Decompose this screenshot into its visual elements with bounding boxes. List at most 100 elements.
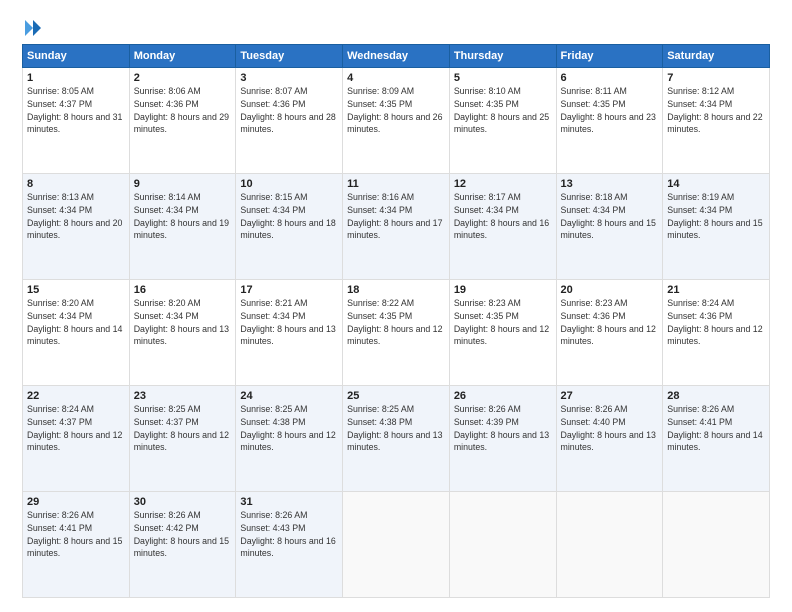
calendar-day-cell: 15Sunrise: 8:20 AMSunset: 4:34 PMDayligh… (23, 280, 130, 386)
day-number: 13 (561, 178, 659, 190)
day-number: 31 (240, 496, 338, 508)
day-info: Sunrise: 8:20 AMSunset: 4:34 PMDaylight:… (134, 297, 232, 348)
calendar-table: SundayMondayTuesdayWednesdayThursdayFrid… (22, 44, 770, 598)
calendar-week-row: 22Sunrise: 8:24 AMSunset: 4:37 PMDayligh… (23, 386, 770, 492)
day-header-friday: Friday (556, 45, 663, 68)
calendar-day-cell: 4Sunrise: 8:09 AMSunset: 4:35 PMDaylight… (343, 68, 450, 174)
day-number: 17 (240, 284, 338, 296)
calendar-header-row: SundayMondayTuesdayWednesdayThursdayFrid… (23, 45, 770, 68)
day-number: 12 (454, 178, 552, 190)
calendar-empty-cell (663, 492, 770, 598)
calendar-day-cell: 1Sunrise: 8:05 AMSunset: 4:37 PMDaylight… (23, 68, 130, 174)
calendar-day-cell: 11Sunrise: 8:16 AMSunset: 4:34 PMDayligh… (343, 174, 450, 280)
day-number: 10 (240, 178, 338, 190)
day-info: Sunrise: 8:06 AMSunset: 4:36 PMDaylight:… (134, 85, 232, 136)
day-number: 7 (667, 72, 765, 84)
day-info: Sunrise: 8:14 AMSunset: 4:34 PMDaylight:… (134, 191, 232, 242)
day-number: 20 (561, 284, 659, 296)
calendar-day-cell: 24Sunrise: 8:25 AMSunset: 4:38 PMDayligh… (236, 386, 343, 492)
calendar-day-cell: 5Sunrise: 8:10 AMSunset: 4:35 PMDaylight… (449, 68, 556, 174)
day-info: Sunrise: 8:20 AMSunset: 4:34 PMDaylight:… (27, 297, 125, 348)
calendar-week-row: 1Sunrise: 8:05 AMSunset: 4:37 PMDaylight… (23, 68, 770, 174)
day-number: 16 (134, 284, 232, 296)
day-info: Sunrise: 8:09 AMSunset: 4:35 PMDaylight:… (347, 85, 445, 136)
day-info: Sunrise: 8:12 AMSunset: 4:34 PMDaylight:… (667, 85, 765, 136)
calendar-day-cell: 21Sunrise: 8:24 AMSunset: 4:36 PMDayligh… (663, 280, 770, 386)
day-info: Sunrise: 8:21 AMSunset: 4:34 PMDaylight:… (240, 297, 338, 348)
day-number: 15 (27, 284, 125, 296)
day-header-saturday: Saturday (663, 45, 770, 68)
day-info: Sunrise: 8:24 AMSunset: 4:36 PMDaylight:… (667, 297, 765, 348)
day-number: 6 (561, 72, 659, 84)
day-info: Sunrise: 8:24 AMSunset: 4:37 PMDaylight:… (27, 403, 125, 454)
day-info: Sunrise: 8:11 AMSunset: 4:35 PMDaylight:… (561, 85, 659, 136)
day-number: 4 (347, 72, 445, 84)
calendar-day-cell: 9Sunrise: 8:14 AMSunset: 4:34 PMDaylight… (129, 174, 236, 280)
day-number: 2 (134, 72, 232, 84)
day-number: 14 (667, 178, 765, 190)
calendar-day-cell: 19Sunrise: 8:23 AMSunset: 4:35 PMDayligh… (449, 280, 556, 386)
calendar-day-cell: 17Sunrise: 8:21 AMSunset: 4:34 PMDayligh… (236, 280, 343, 386)
day-number: 19 (454, 284, 552, 296)
day-number: 26 (454, 390, 552, 402)
day-info: Sunrise: 8:26 AMSunset: 4:41 PMDaylight:… (667, 403, 765, 454)
day-info: Sunrise: 8:13 AMSunset: 4:34 PMDaylight:… (27, 191, 125, 242)
day-info: Sunrise: 8:26 AMSunset: 4:43 PMDaylight:… (240, 509, 338, 560)
day-info: Sunrise: 8:15 AMSunset: 4:34 PMDaylight:… (240, 191, 338, 242)
day-number: 30 (134, 496, 232, 508)
day-header-tuesday: Tuesday (236, 45, 343, 68)
day-info: Sunrise: 8:23 AMSunset: 4:35 PMDaylight:… (454, 297, 552, 348)
calendar-week-row: 29Sunrise: 8:26 AMSunset: 4:41 PMDayligh… (23, 492, 770, 598)
day-info: Sunrise: 8:26 AMSunset: 4:42 PMDaylight:… (134, 509, 232, 560)
day-header-monday: Monday (129, 45, 236, 68)
calendar-day-cell: 7Sunrise: 8:12 AMSunset: 4:34 PMDaylight… (663, 68, 770, 174)
day-info: Sunrise: 8:25 AMSunset: 4:38 PMDaylight:… (240, 403, 338, 454)
calendar-day-cell: 3Sunrise: 8:07 AMSunset: 4:36 PMDaylight… (236, 68, 343, 174)
calendar-day-cell: 31Sunrise: 8:26 AMSunset: 4:43 PMDayligh… (236, 492, 343, 598)
day-number: 24 (240, 390, 338, 402)
day-number: 8 (27, 178, 125, 190)
day-number: 23 (134, 390, 232, 402)
calendar-day-cell: 6Sunrise: 8:11 AMSunset: 4:35 PMDaylight… (556, 68, 663, 174)
calendar-day-cell: 18Sunrise: 8:22 AMSunset: 4:35 PMDayligh… (343, 280, 450, 386)
day-number: 3 (240, 72, 338, 84)
day-number: 28 (667, 390, 765, 402)
day-header-thursday: Thursday (449, 45, 556, 68)
calendar-week-row: 8Sunrise: 8:13 AMSunset: 4:34 PMDaylight… (23, 174, 770, 280)
day-info: Sunrise: 8:25 AMSunset: 4:38 PMDaylight:… (347, 403, 445, 454)
calendar-day-cell: 16Sunrise: 8:20 AMSunset: 4:34 PMDayligh… (129, 280, 236, 386)
day-info: Sunrise: 8:19 AMSunset: 4:34 PMDaylight:… (667, 191, 765, 242)
page: SundayMondayTuesdayWednesdayThursdayFrid… (0, 0, 792, 612)
calendar-day-cell: 8Sunrise: 8:13 AMSunset: 4:34 PMDaylight… (23, 174, 130, 280)
calendar-day-cell: 22Sunrise: 8:24 AMSunset: 4:37 PMDayligh… (23, 386, 130, 492)
calendar-day-cell: 10Sunrise: 8:15 AMSunset: 4:34 PMDayligh… (236, 174, 343, 280)
logo-flag-icon (23, 18, 43, 38)
calendar-day-cell: 28Sunrise: 8:26 AMSunset: 4:41 PMDayligh… (663, 386, 770, 492)
calendar-day-cell: 14Sunrise: 8:19 AMSunset: 4:34 PMDayligh… (663, 174, 770, 280)
calendar-day-cell: 20Sunrise: 8:23 AMSunset: 4:36 PMDayligh… (556, 280, 663, 386)
calendar-day-cell: 2Sunrise: 8:06 AMSunset: 4:36 PMDaylight… (129, 68, 236, 174)
day-info: Sunrise: 8:26 AMSunset: 4:40 PMDaylight:… (561, 403, 659, 454)
day-info: Sunrise: 8:23 AMSunset: 4:36 PMDaylight:… (561, 297, 659, 348)
day-info: Sunrise: 8:26 AMSunset: 4:39 PMDaylight:… (454, 403, 552, 454)
day-info: Sunrise: 8:22 AMSunset: 4:35 PMDaylight:… (347, 297, 445, 348)
day-number: 18 (347, 284, 445, 296)
calendar-day-cell: 25Sunrise: 8:25 AMSunset: 4:38 PMDayligh… (343, 386, 450, 492)
calendar-empty-cell (343, 492, 450, 598)
day-number: 11 (347, 178, 445, 190)
day-info: Sunrise: 8:07 AMSunset: 4:36 PMDaylight:… (240, 85, 338, 136)
calendar-day-cell: 13Sunrise: 8:18 AMSunset: 4:34 PMDayligh… (556, 174, 663, 280)
day-info: Sunrise: 8:18 AMSunset: 4:34 PMDaylight:… (561, 191, 659, 242)
day-info: Sunrise: 8:05 AMSunset: 4:37 PMDaylight:… (27, 85, 125, 136)
day-info: Sunrise: 8:16 AMSunset: 4:34 PMDaylight:… (347, 191, 445, 242)
calendar-day-cell: 12Sunrise: 8:17 AMSunset: 4:34 PMDayligh… (449, 174, 556, 280)
day-number: 1 (27, 72, 125, 84)
calendar-week-row: 15Sunrise: 8:20 AMSunset: 4:34 PMDayligh… (23, 280, 770, 386)
calendar-day-cell: 29Sunrise: 8:26 AMSunset: 4:41 PMDayligh… (23, 492, 130, 598)
day-header-sunday: Sunday (23, 45, 130, 68)
day-number: 25 (347, 390, 445, 402)
day-number: 22 (27, 390, 125, 402)
day-header-wednesday: Wednesday (343, 45, 450, 68)
day-info: Sunrise: 8:25 AMSunset: 4:37 PMDaylight:… (134, 403, 232, 454)
calendar-day-cell: 30Sunrise: 8:26 AMSunset: 4:42 PMDayligh… (129, 492, 236, 598)
